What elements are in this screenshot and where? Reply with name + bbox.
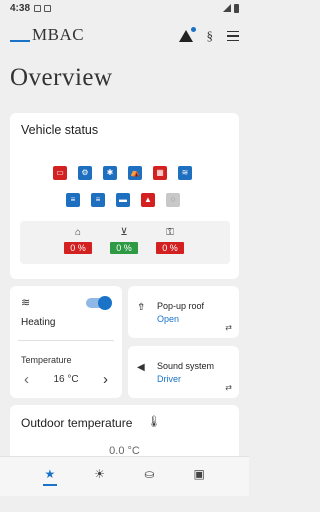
tank-level-3-value: 0 % — [156, 242, 184, 254]
tank-level-2: ⊻ 0 % — [110, 227, 138, 254]
fridge-icon: ▦ — [153, 166, 167, 180]
grey-water-tank-icon: ≡ — [91, 193, 105, 207]
bluetooth-icon: ✱ — [103, 166, 117, 180]
outdoor-temperature-title: Outdoor temperature — [21, 416, 133, 430]
step-icon: ▬ — [116, 193, 130, 207]
chevron-right-icon[interactable]: › — [103, 372, 108, 387]
adjust-icon[interactable]: ⇄ — [225, 323, 232, 332]
temperature-stepper: ‹ 16 °C › — [18, 372, 114, 387]
awning-icon: ⛺ — [128, 166, 142, 180]
star-icon: ★ — [44, 467, 56, 481]
popup-roof-title: Pop-up roof — [157, 301, 205, 311]
sound-system-title: Sound system — [157, 361, 215, 371]
nav-favorites[interactable]: ★ — [38, 462, 62, 492]
bottom-nav: ★ ☀ ⛀ ▣ — [0, 456, 249, 496]
menu-icon[interactable] — [227, 30, 239, 42]
temperature-value: 16 °C — [53, 374, 79, 385]
popup-roof-value: Open — [157, 314, 180, 324]
heating-icon: ≋ — [21, 297, 31, 309]
popup-roof-card[interactable]: ⇮ Pop-up roof Open ⇄ — [128, 286, 239, 338]
battery-icon — [234, 3, 239, 13]
nav-vehicle[interactable]: ▣ — [187, 462, 211, 492]
sun-icon: ☀ — [94, 467, 105, 481]
chevron-left-icon[interactable]: ‹ — [24, 372, 29, 387]
vehicle-status-title: Vehicle status — [21, 123, 99, 137]
notification-icon — [34, 4, 42, 12]
nav-lighting[interactable]: ☀ — [88, 462, 112, 492]
fresh-water-tank-icon: ≡ — [66, 193, 80, 207]
heating-card: ≋ Heating Temperature ‹ 16 °C › — [10, 286, 122, 398]
legal-icon[interactable]: § — [207, 28, 214, 44]
toggle-knob — [98, 296, 112, 310]
brand-logo: MBAC — [10, 25, 84, 45]
active-indicator — [42, 484, 57, 486]
tank-level-1: ⌂ 0 % — [64, 227, 92, 254]
system-navigation-bar — [0, 496, 249, 512]
app-bar: MBAC § — [0, 22, 249, 50]
sound-system-card[interactable]: ◀ Sound system Driver ⇄ — [128, 346, 239, 398]
heater-icon: ▲ — [141, 193, 155, 207]
nav-indicator — [192, 484, 206, 486]
tank-level-2-value: 0 % — [110, 242, 138, 254]
roof-icon: ⇮ — [137, 302, 146, 313]
divider — [18, 340, 114, 341]
tank-level-1-value: 0 % — [64, 242, 92, 254]
tank-levels-panel: ⌂ 0 % ⊻ 0 % ⚿ 0 % — [20, 221, 230, 264]
vehicle-icon: ▣ — [193, 467, 205, 481]
signal-icon — [223, 4, 231, 12]
notification-dot — [190, 27, 196, 32]
warning-icon[interactable] — [178, 27, 196, 42]
gas-icon: ◌ — [166, 193, 180, 207]
heating-toggle[interactable] — [86, 296, 112, 310]
brand-accent-bar — [10, 40, 30, 42]
outdoor-temperature-card: Outdoor temperature 🌡 0.0 °C — [10, 405, 239, 460]
nav-indicator — [142, 484, 156, 486]
waste-water-icon: ⊻ — [120, 227, 128, 238]
sofa-icon: ⛀ — [144, 467, 155, 481]
water-pump-icon: ⚙ — [78, 166, 92, 180]
battery-warning-icon: ▭ — [53, 166, 67, 180]
brand-name: MBAC — [32, 25, 85, 44]
adjust-icon[interactable]: ⇄ — [225, 383, 232, 392]
vehicle-status-card[interactable]: Vehicle status ▭ ⚙ ✱ ⛺ ▦ ≋ ≡ ≡ ▬ ▲ ◌ ⌂ 0… — [10, 113, 239, 279]
water-level-icon: ≋ — [178, 166, 192, 180]
speaker-icon: ◀ — [137, 362, 145, 373]
temperature-label: Temperature — [21, 355, 72, 365]
notification-icon — [44, 4, 52, 12]
nav-indicator — [93, 484, 107, 486]
nav-living[interactable]: ⛀ — [137, 462, 161, 492]
status-time: 4:38 — [10, 2, 31, 14]
heating-label: Heating — [21, 317, 56, 328]
sound-system-value: Driver — [157, 374, 181, 384]
tank-level-3: ⚿ 0 % — [156, 227, 184, 254]
page-title: Overview — [10, 64, 113, 91]
status-bar: 4:38 — [0, 0, 249, 16]
thermometer-icon: 🌡 — [147, 416, 161, 428]
fresh-water-icon: ⌂ — [74, 227, 82, 238]
gas-bottle-icon: ⚿ — [166, 227, 174, 238]
